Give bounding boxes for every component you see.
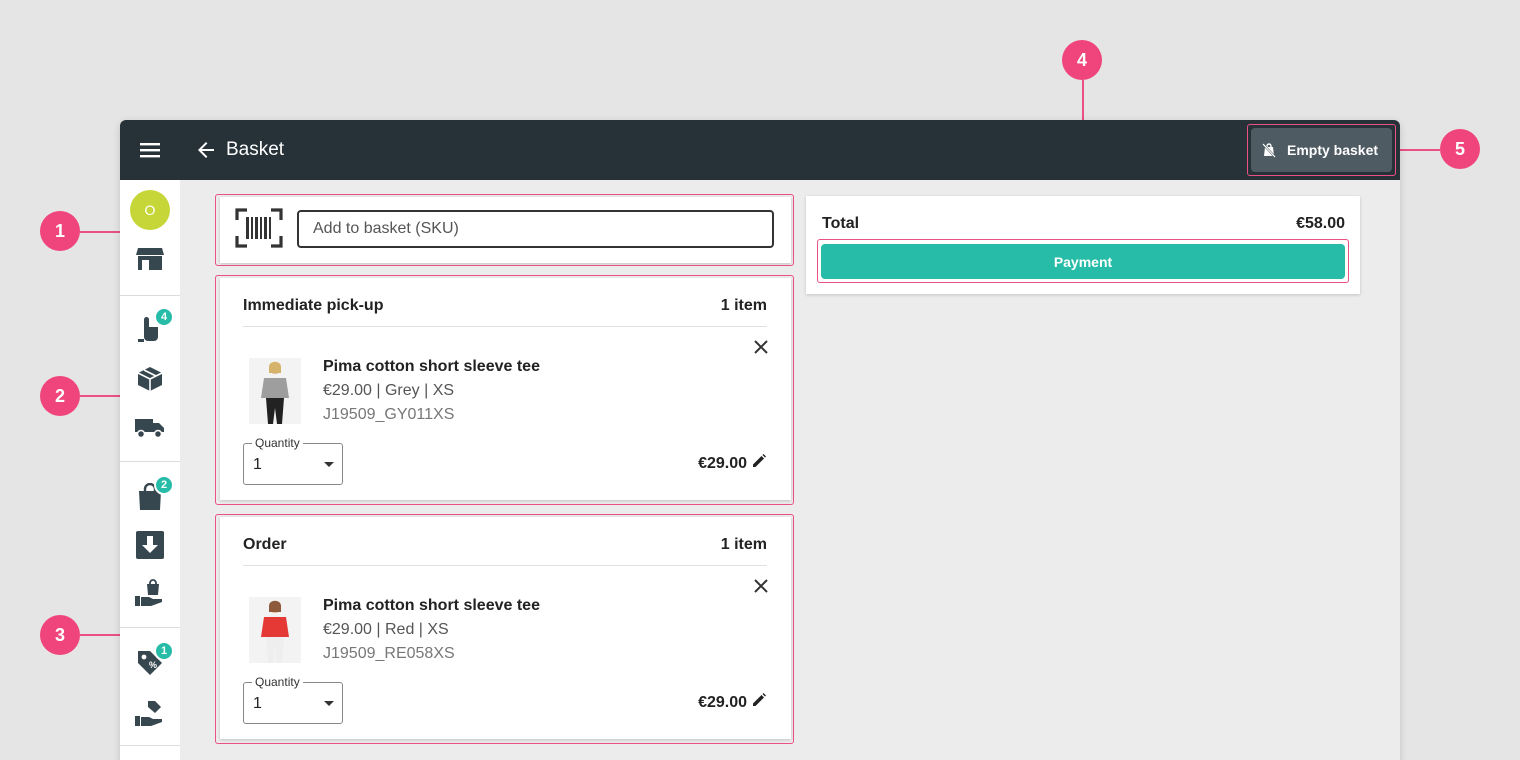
download-box-icon (136, 531, 164, 559)
callout-4: 4 (1062, 40, 1102, 80)
line-price: €29.00 (698, 455, 747, 472)
product-meta: €29.00 | Grey | XS (323, 382, 455, 399)
callout-5: 5 (1440, 129, 1480, 169)
hand-bag-icon (135, 579, 162, 606)
sidebar-divider (120, 295, 180, 296)
quantity-value: 1 (253, 456, 262, 473)
quantity-label: Quantity (252, 675, 303, 689)
caret-down-icon (324, 701, 334, 706)
sku-input[interactable] (297, 210, 774, 248)
sidebar-item-shipping[interactable] (134, 412, 166, 444)
callout-1: 1 (40, 211, 80, 251)
callout-3: 3 (40, 615, 80, 655)
box-icon (137, 367, 163, 391)
sidebar-item-handover[interactable] (134, 577, 166, 609)
section-divider (243, 565, 767, 566)
quantity-value: 1 (253, 695, 262, 712)
quantity-label: Quantity (252, 436, 303, 450)
page-title: Basket (226, 139, 285, 160)
top-bar: Basket Empty basket (120, 120, 1400, 180)
hamburger-icon (140, 143, 160, 158)
menu-button[interactable] (120, 120, 180, 180)
promotions-badge: 1 (154, 641, 174, 661)
total-value: €58.00 (1296, 215, 1345, 232)
store-icon (136, 248, 164, 270)
empty-bag-icon (1262, 143, 1276, 158)
empty-basket-button[interactable]: Empty basket (1251, 128, 1392, 172)
tasks-badge: 4 (154, 307, 174, 327)
sidebar-item-packages[interactable] (134, 363, 166, 395)
product-name: Pima cotton short sleeve tee (323, 358, 540, 375)
sidebar: O 4 2 % 1 (120, 180, 180, 760)
callout-5-line (1396, 149, 1440, 151)
arrow-left-icon (198, 142, 214, 158)
remove-item-button[interactable] (752, 577, 770, 595)
product-image (249, 597, 301, 663)
truck-icon (135, 419, 164, 439)
sidebar-item-promotions[interactable]: % 1 (134, 641, 174, 679)
section-title: Immediate pick-up (243, 297, 384, 314)
basket-badge: 2 (154, 475, 174, 495)
product-meta: €29.00 | Red | XS (323, 621, 449, 638)
sidebar-item-inbound[interactable] (134, 529, 166, 561)
product-sku: J19509_RE058XS (323, 645, 455, 662)
back-button[interactable] (194, 138, 218, 162)
section-title: Order (243, 536, 287, 553)
sidebar-divider (120, 745, 180, 746)
sidebar-item-basket[interactable]: 2 (134, 475, 174, 513)
section-count: 1 item (720, 297, 767, 314)
edit-price-button[interactable] (751, 453, 767, 469)
section-count: 1 item (720, 536, 767, 553)
svg-text:%: % (149, 660, 157, 670)
line-price: €29.00 (698, 694, 747, 711)
barcode-icon (235, 208, 283, 248)
product-image (249, 358, 301, 424)
app-window: Basket Empty basket O 4 2 % 1 Add to bas… (120, 120, 1400, 760)
sidebar-divider (120, 461, 180, 462)
quantity-select[interactable]: Quantity 1 (243, 675, 343, 724)
empty-basket-label: Empty basket (1287, 142, 1379, 158)
avatar[interactable]: O (130, 190, 170, 230)
callout-2: 2 (40, 376, 80, 416)
section-divider (243, 326, 767, 327)
payment-button[interactable]: Payment (821, 244, 1345, 279)
caret-down-icon (324, 462, 334, 467)
total-label: Total (822, 215, 860, 232)
sidebar-divider (120, 627, 180, 628)
product-sku: J19509_GY011XS (323, 406, 455, 423)
hand-tag-icon (135, 701, 162, 726)
quantity-select[interactable]: Quantity 1 (243, 436, 343, 485)
sidebar-item-tasks[interactable]: 4 (134, 307, 174, 345)
edit-price-button[interactable] (751, 692, 767, 708)
sidebar-item-reservations[interactable] (134, 697, 166, 729)
remove-item-button[interactable] (752, 338, 770, 356)
product-name: Pima cotton short sleeve tee (323, 597, 540, 614)
sidebar-item-store[interactable] (134, 243, 166, 275)
